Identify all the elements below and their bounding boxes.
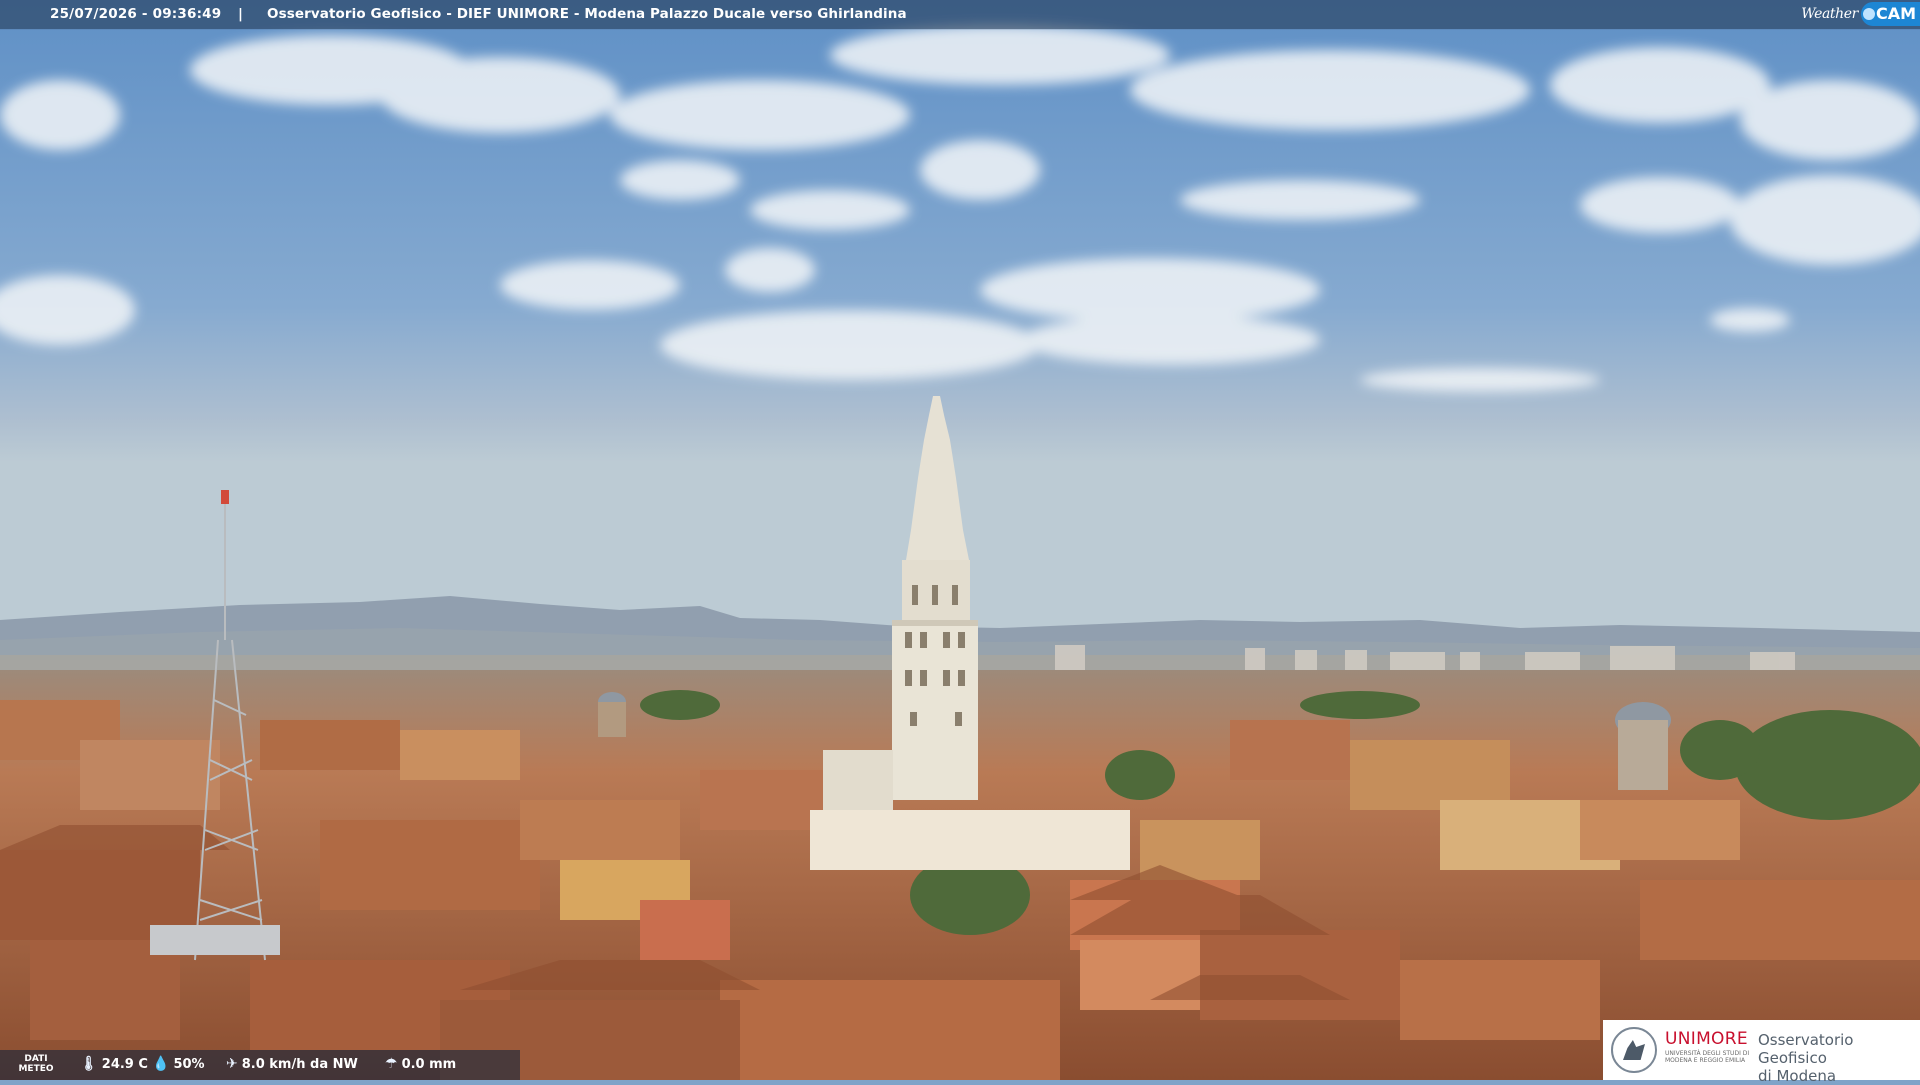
globe-icon <box>1862 7 1875 20</box>
weather-data-bar: DATI METEO 🌡 24.9 C 💧 50% ✈ 8.0 km/h da … <box>0 1050 520 1080</box>
wind-icon: ✈ <box>226 1056 238 1072</box>
timestamp: 25/07/2026 - 09:36:49 <box>50 6 222 22</box>
observatory-line-1: Osservatorio Geofisico <box>1758 1031 1854 1067</box>
observatory-line-2: di Modena <box>1758 1067 1837 1085</box>
weathercam-logo-word: Weather <box>1801 5 1858 22</box>
unimore-logo: UNIMORE UNIVERSITÀ DEGLI STUDI DI MODENA… <box>1603 1020 1920 1085</box>
caption-bar: 25/07/2026 - 09:36:49 | Osservatorio Geo… <box>0 0 1920 29</box>
camera-title: Osservatorio Geofisico - DIEF UNIMORE - … <box>267 6 907 22</box>
wind-value: 8.0 km/h da NW <box>241 1056 358 1072</box>
weathercam-logo-cam: CAM <box>1875 4 1916 23</box>
webcam-image <box>0 0 1920 1080</box>
dati-meteo-label: DATI METEO <box>18 1054 54 1074</box>
caption-separator: | <box>238 6 243 22</box>
humidity-item: 💧 50% <box>152 1056 205 1072</box>
temperature-item: 🌡 24.9 C <box>80 1056 148 1072</box>
droplet-icon: 💧 <box>152 1056 170 1072</box>
rain-item: ☂ 0.0 mm <box>385 1056 456 1072</box>
unimore-name: UNIMORE <box>1665 1029 1748 1049</box>
thermometer-icon: 🌡 <box>80 1056 98 1072</box>
temperature-value: 24.9 C <box>101 1056 148 1072</box>
rain-value: 0.0 mm <box>401 1056 457 1072</box>
humidity-value: 50% <box>173 1056 205 1072</box>
rain-gauge-icon: ☂ <box>385 1056 398 1072</box>
university-seal-icon <box>1611 1027 1657 1073</box>
wind-item: ✈ 8.0 km/h da NW <box>226 1056 358 1072</box>
weathercam-logo: Weather CAM <box>1801 0 1920 27</box>
